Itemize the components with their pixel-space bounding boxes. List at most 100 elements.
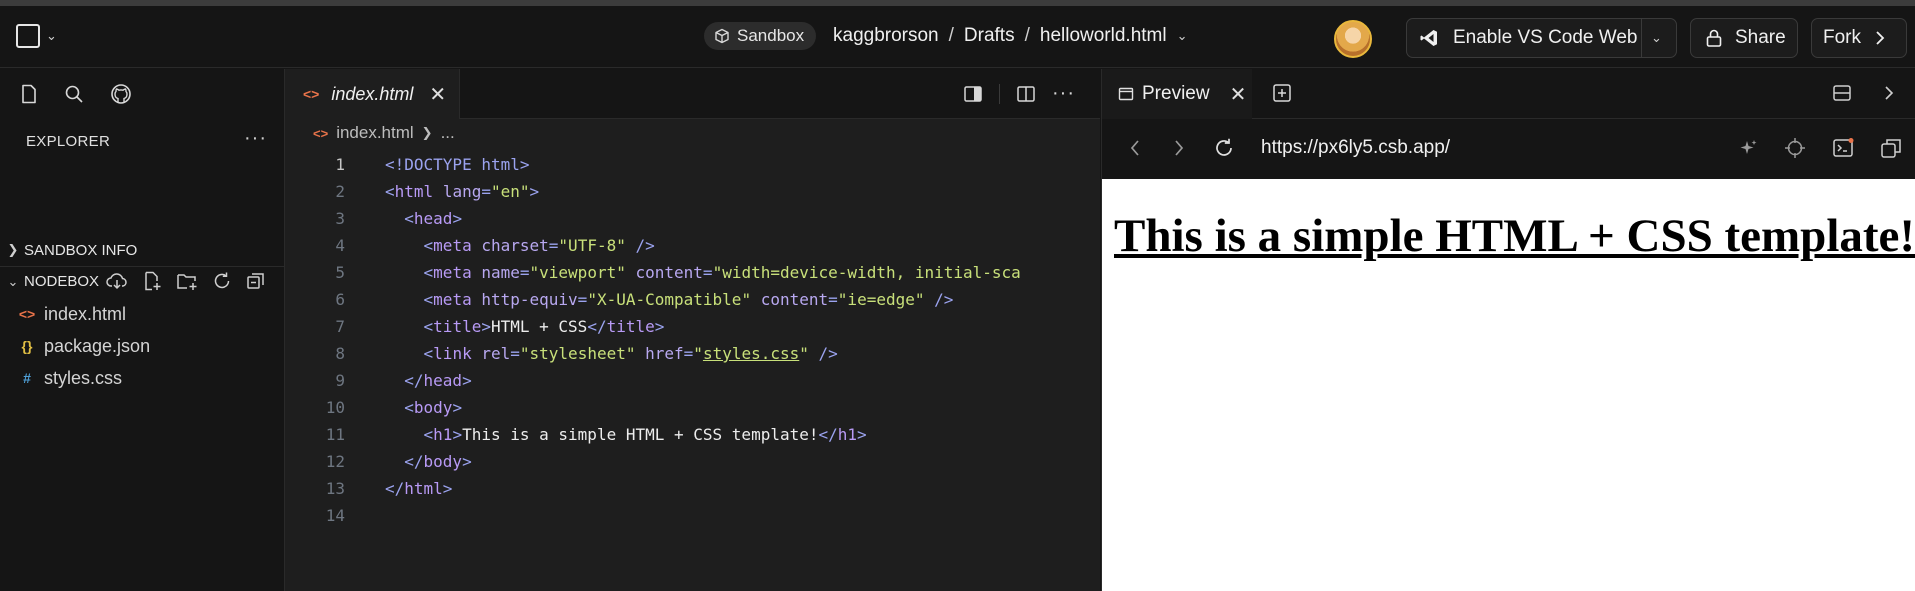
line-text: <meta charset="UTF-8" /> [423,236,655,255]
explorer-sidebar: EXPLORER ··· ❯ SANDBOX INFO ⌄ NODEBOX <>… [0,69,285,591]
breadcrumb-file[interactable]: helloworld.html [1040,25,1167,47]
new-folder-icon[interactable] [176,271,198,291]
line-text: <!DOCTYPE html> [385,155,530,174]
main-menu-button[interactable]: ⌄ [16,24,57,48]
line-number: 11 [325,425,345,444]
code-line: 12 </body> [285,448,1100,475]
file-item-styles-css[interactable]: # styles.css [18,363,122,393]
file-icon[interactable] [20,84,38,104]
file-name: index.html [44,303,127,324]
cube-icon [714,28,730,44]
terminal-icon[interactable] [1832,137,1854,159]
code-line: 2 <html lang="en"> [285,178,1100,205]
line-text: <title>HTML + CSS</title> [423,317,665,336]
code-lines[interactable]: 1 <!DOCTYPE html> 2 <html lang="en"> 3 <… [285,151,1100,529]
chevron-down-icon: ⌄ [46,28,57,43]
codesandbox-app: ⌄ Sandbox kaggbrorson / Drafts / hellowo… [0,0,1915,591]
sparkles-icon[interactable] [1738,138,1758,158]
line-text: </body> [404,452,472,471]
section-sandbox-info[interactable]: ❯ SANDBOX INFO [0,235,284,265]
more-actions-icon[interactable]: ··· [1052,82,1075,105]
section-label: SANDBOX INFO [24,241,138,259]
line-number: 14 [325,506,345,525]
sidebar-activity-icons [20,83,132,105]
close-icon[interactable]: ✕ [1230,82,1247,107]
code-line: 10 <body> [285,394,1100,421]
code-editor: <> index.html ✕ ··· <> index.html ❯ ... [285,69,1100,591]
github-icon[interactable] [110,83,132,105]
code-line: 8 <link rel="stylesheet" href="styles.cs… [285,340,1100,367]
lock-icon [1705,28,1723,48]
code-line: 13 </html> [285,475,1100,502]
code-line: 1 <!DOCTYPE html> [285,151,1100,178]
enable-vscode-web-button[interactable]: Enable VS Code Web ⌄ [1406,18,1677,58]
line-number: 10 [325,398,345,417]
breadcrumb-file[interactable]: index.html [336,123,413,143]
chevron-down-icon[interactable]: ⌄ [1177,28,1188,44]
search-icon[interactable] [64,84,84,104]
nodebox-actions [106,271,266,291]
line-text: <link rel="stylesheet" href="styles.css"… [423,344,838,363]
fork-button[interactable]: Fork [1811,18,1907,58]
breadcrumb-user[interactable]: kaggbrorson [833,25,939,47]
sandbox-badge[interactable]: Sandbox [704,22,817,50]
file-item-index-html[interactable]: <> index.html [18,299,126,329]
url-field[interactable]: https://px6ly5.csb.app/ [1261,137,1450,159]
preview-panel-actions [1832,83,1896,103]
split-editor-icon[interactable] [1016,84,1036,104]
more-options-icon[interactable]: ··· [244,127,267,150]
line-text: <h1>This is a simple HTML + CSS template… [423,425,867,444]
breadcrumb-separator: / [1024,25,1030,46]
refresh-icon[interactable] [212,271,232,291]
line-number: 4 [335,236,345,255]
preview-viewport[interactable]: This is a simple HTML + CSS template! [1102,179,1915,591]
html-file-icon: <> [313,125,329,141]
browser-window-icon [1118,86,1134,102]
breadcrumb-folder[interactable]: Drafts [964,25,1015,47]
forward-icon[interactable] [1172,137,1186,159]
tab-label: index.html [331,83,414,104]
editor-tab-bar: <> index.html ✕ ··· [285,69,1100,119]
code-line: 11 <h1>This is a simple HTML + CSS templ… [285,421,1100,448]
new-file-icon[interactable] [142,271,162,291]
collapse-all-icon[interactable] [246,271,266,291]
line-text: </html> [385,479,453,498]
file-item-package-json[interactable]: {} package.json [18,331,151,361]
breadcrumb-rest[interactable]: ... [441,123,455,143]
code-line: 4 <meta charset="UTF-8" /> [285,232,1100,259]
chevron-right-icon [1875,30,1885,46]
breadcrumb: kaggbrorson / Drafts / helloworld.html ⌄ [833,22,1188,50]
section-label: NODEBOX [24,273,100,290]
cloud-download-icon[interactable] [106,271,128,291]
css-file-icon: # [23,370,31,386]
code-line: 5 <meta name="viewport" content="width=d… [285,259,1100,286]
json-file-icon: {} [21,338,33,354]
line-number: 5 [335,263,345,282]
section-nodebox[interactable]: ⌄ NODEBOX [0,266,284,296]
line-text: <body> [404,398,463,417]
tab-index-html[interactable]: <> index.html ✕ [285,69,460,119]
share-button[interactable]: Share [1690,18,1798,58]
layout-icon[interactable] [1832,83,1852,103]
code-line: 3 <head> [285,205,1100,232]
close-icon[interactable]: ✕ [429,82,446,107]
add-tab-icon[interactable] [1272,83,1292,103]
chevron-right-icon[interactable] [1882,83,1896,103]
tab-preview[interactable]: Preview ✕ [1102,69,1252,119]
user-avatar[interactable] [1334,20,1372,58]
code-line: 7 <title>HTML + CSS</title> [285,313,1100,340]
line-number: 13 [325,479,345,498]
chevron-down-icon[interactable]: ⌄ [1651,30,1662,46]
line-number: 1 [335,155,345,174]
share-label: Share [1735,27,1786,48]
code-line: 6 <meta http-equiv="X-UA-Compatible" con… [285,286,1100,313]
code-line: 9 </head> [285,367,1100,394]
code-line: 14 [285,502,1100,529]
open-in-new-window-icon[interactable] [1880,137,1902,159]
toggle-panel-icon[interactable] [963,84,983,104]
crosshair-icon[interactable] [1784,137,1806,159]
refresh-icon[interactable] [1213,137,1235,159]
html-file-icon: <> [18,306,36,322]
line-text: <head> [404,209,463,228]
back-icon[interactable] [1128,137,1142,159]
